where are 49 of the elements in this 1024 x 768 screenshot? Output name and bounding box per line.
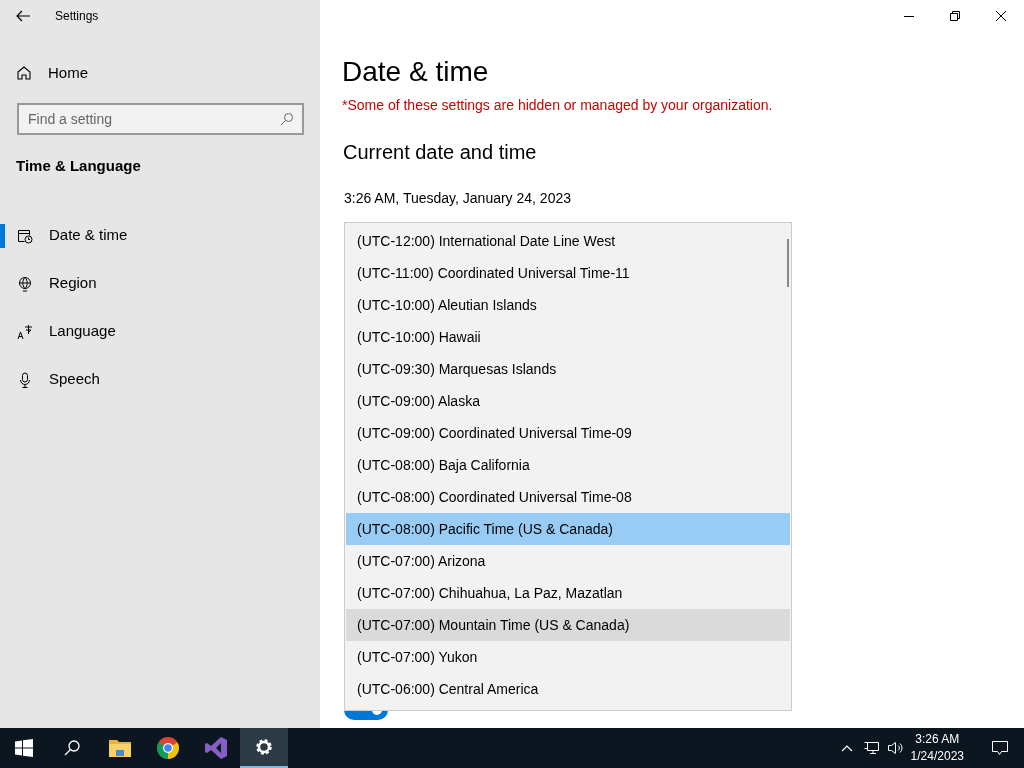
search-field[interactable]: Find a setting (17, 103, 304, 135)
taskbar-clock[interactable]: 3:26 AM 1/24/2023 (902, 731, 976, 765)
home-link[interactable]: Home (0, 57, 320, 89)
nav-item[interactable]: Region (0, 259, 320, 308)
language-icon (17, 323, 33, 340)
back-button[interactable] (15, 8, 31, 24)
taskbar-button[interactable] (240, 728, 288, 768)
search-icon (63, 739, 81, 757)
nav-item[interactable]: Speech (0, 355, 320, 404)
current-datetime: 3:26 AM, Tuesday, January 24, 2023 (343, 189, 572, 208)
timezone-option[interactable]: (UTC-08:00) Baja California (346, 449, 790, 481)
notifications-icon[interactable] (991, 740, 1009, 756)
page-title: Date & time (342, 55, 490, 89)
notice-text: *Some of these settings are hidden or managed by your organization. (342, 96, 774, 115)
network-icon[interactable] (862, 741, 879, 755)
search-icon (280, 112, 294, 126)
timezone-option[interactable]: (UTC-10:00) Hawaii (346, 321, 790, 353)
timezone-option[interactable]: (UTC-07:00) Arizona (346, 545, 790, 577)
calendar-clock-icon (17, 227, 33, 244)
timezone-option[interactable]: (UTC-07:00) Chihuahua, La Paz, Mazatlan (346, 577, 790, 609)
close-icon[interactable] (995, 10, 1007, 22)
nav-item[interactable]: Date & time (0, 211, 320, 260)
window-title: Settings (55, 8, 99, 25)
section-heading: Current date and time (342, 140, 538, 165)
microphone-icon (17, 371, 33, 388)
timezone-option[interactable]: (UTC-07:00) Mountain Time (US & Canada) (346, 609, 790, 641)
timezone-option[interactable]: (UTC-10:00) Aleutian Islands (346, 289, 790, 321)
globe-icon (17, 275, 33, 292)
browser-icon (156, 736, 180, 760)
timezone-option[interactable]: (UTC-09:00) Alaska (346, 385, 790, 417)
ide-icon (204, 736, 228, 760)
gear-icon (254, 737, 274, 757)
nav-item[interactable]: Language (0, 307, 320, 356)
chevron-up-icon[interactable] (840, 744, 853, 752)
timezone-option[interactable]: (UTC-09:00) Coordinated Universal Time-09 (346, 417, 790, 449)
section-heading: Time & Language (15, 156, 142, 176)
timezone-option[interactable]: (UTC-12:00) International Date Line West (346, 225, 790, 257)
scrollbar-thumb[interactable] (787, 239, 789, 287)
timezone-option[interactable]: (UTC-11:00) Coordinated Universal Time-11 (346, 257, 790, 289)
timezone-option[interactable]: (UTC-08:00) Coordinated Universal Time-08 (346, 481, 790, 513)
timezone-option[interactable]: (UTC-07:00) Yukon (346, 641, 790, 673)
volume-icon[interactable] (886, 741, 903, 755)
timezone-option[interactable]: (UTC-08:00) Pacific Time (US & Canada) (346, 513, 790, 545)
timezone-option[interactable]: (UTC-09:30) Marquesas Islands (346, 353, 790, 385)
windows-logo-icon[interactable] (15, 739, 33, 757)
timezone-option[interactable]: (UTC-06:00) Central America (346, 673, 790, 705)
folder-icon (108, 738, 132, 758)
home-icon (16, 65, 32, 81)
restore-icon[interactable] (949, 10, 961, 22)
